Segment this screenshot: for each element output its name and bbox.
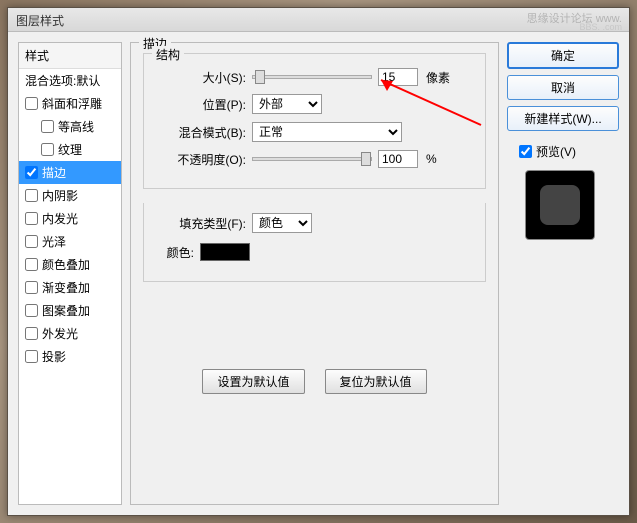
style-item-color-overlay[interactable]: 颜色叠加	[19, 253, 121, 276]
titlebar-text: 图层样式	[16, 14, 64, 28]
opacity-input[interactable]	[378, 150, 418, 168]
contour-checkbox[interactable]	[41, 120, 54, 133]
style-item-drop-shadow[interactable]: 投影	[19, 345, 121, 368]
position-row: 位置(P): 外部	[156, 94, 473, 114]
pattern-overlay-checkbox[interactable]	[25, 304, 38, 317]
style-item-bevel[interactable]: 斜面和浮雕	[19, 92, 121, 115]
texture-label: 纹理	[58, 141, 82, 158]
style-item-inner-shadow[interactable]: 内阴影	[19, 184, 121, 207]
dialog-content: 样式 混合选项:默认 斜面和浮雕 等高线 纹理 描	[8, 32, 629, 515]
stroke-label: 描边	[42, 164, 66, 181]
preview-swatch-icon	[540, 185, 580, 225]
outer-glow-label: 外发光	[42, 325, 78, 342]
blend-options-label: 混合选项:默认	[25, 72, 100, 89]
pattern-overlay-label: 图案叠加	[42, 302, 90, 319]
position-select[interactable]: 外部	[252, 94, 322, 114]
opacity-label: 不透明度(O):	[156, 151, 246, 168]
gradient-overlay-label: 渐变叠加	[42, 279, 90, 296]
styles-header: 样式	[19, 43, 121, 69]
center-panel: 描边 结构 大小(S): 像素 位置(P): 外部 混合模式(B):	[130, 42, 499, 505]
slider-thumb-icon[interactable]	[361, 152, 371, 166]
opacity-unit: %	[426, 152, 437, 166]
size-input[interactable]	[378, 68, 418, 86]
color-row: 颜色:	[156, 243, 473, 261]
structure-fieldset: 结构 大小(S): 像素 位置(P): 外部 混合模式(B): 正常	[143, 53, 486, 189]
style-item-outer-glow[interactable]: 外发光	[19, 322, 121, 345]
inner-shadow-checkbox[interactable]	[25, 189, 38, 202]
size-row: 大小(S): 像素	[156, 68, 473, 86]
preview-label: 预览(V)	[536, 143, 576, 160]
new-style-button[interactable]: 新建样式(W)...	[507, 106, 619, 131]
preview-checkbox[interactable]	[519, 145, 532, 158]
set-default-button[interactable]: 设置为默认值	[202, 369, 304, 394]
layer-style-dialog: 图层样式 思缘设计论坛 www. BBS. .com 样式 混合选项:默认 斜面…	[7, 7, 630, 516]
bevel-label: 斜面和浮雕	[42, 95, 102, 112]
watermark2: BBS. .com	[579, 22, 622, 32]
default-buttons-row: 设置为默认值 复位为默认值	[131, 369, 498, 394]
inner-glow-checkbox[interactable]	[25, 212, 38, 225]
style-item-contour[interactable]: 等高线	[19, 115, 121, 138]
slider-thumb-icon[interactable]	[255, 70, 265, 84]
fill-type-row: 填充类型(F): 颜色	[156, 213, 473, 233]
preview-toggle[interactable]: 预览(V)	[519, 143, 619, 160]
fill-type-select[interactable]: 颜色	[252, 213, 312, 233]
opacity-row: 不透明度(O): %	[156, 150, 473, 168]
style-item-gradient-overlay[interactable]: 渐变叠加	[19, 276, 121, 299]
color-overlay-label: 颜色叠加	[42, 256, 90, 273]
fill-fieldset: 填充类型(F): 颜色 颜色:	[143, 203, 486, 282]
texture-checkbox[interactable]	[41, 143, 54, 156]
size-unit: 像素	[426, 69, 450, 86]
inner-shadow-label: 内阴影	[42, 187, 78, 204]
cancel-button[interactable]: 取消	[507, 75, 619, 100]
style-item-texture[interactable]: 纹理	[19, 138, 121, 161]
ok-button[interactable]: 确定	[507, 42, 619, 69]
styles-panel: 样式 混合选项:默认 斜面和浮雕 等高线 纹理 描	[18, 42, 122, 505]
blend-options-item[interactable]: 混合选项:默认	[19, 69, 121, 92]
blend-mode-select[interactable]: 正常	[252, 122, 402, 142]
position-label: 位置(P):	[156, 96, 246, 113]
inner-glow-label: 内发光	[42, 210, 78, 227]
blend-mode-label: 混合模式(B):	[156, 124, 246, 141]
stroke-checkbox[interactable]	[25, 166, 38, 179]
style-item-satin[interactable]: 光泽	[19, 230, 121, 253]
satin-checkbox[interactable]	[25, 235, 38, 248]
size-label: 大小(S):	[156, 69, 246, 86]
drop-shadow-checkbox[interactable]	[25, 350, 38, 363]
stroke-fieldset: 描边 结构 大小(S): 像素 位置(P): 外部 混合模式(B):	[130, 42, 499, 505]
contour-label: 等高线	[58, 118, 94, 135]
satin-label: 光泽	[42, 233, 66, 250]
blend-row: 混合模式(B): 正常	[156, 122, 473, 142]
style-item-inner-glow[interactable]: 内发光	[19, 207, 121, 230]
color-label: 颜色:	[156, 244, 194, 261]
bevel-checkbox[interactable]	[25, 97, 38, 110]
color-swatch[interactable]	[200, 243, 250, 261]
outer-glow-checkbox[interactable]	[25, 327, 38, 340]
size-slider[interactable]	[252, 75, 372, 79]
fill-type-label: 填充类型(F):	[156, 215, 246, 232]
color-overlay-checkbox[interactable]	[25, 258, 38, 271]
preview-box	[525, 170, 595, 240]
right-panel: 确定 取消 新建样式(W)... 预览(V)	[507, 42, 619, 505]
drop-shadow-label: 投影	[42, 348, 66, 365]
gradient-overlay-checkbox[interactable]	[25, 281, 38, 294]
reset-default-button[interactable]: 复位为默认值	[325, 369, 427, 394]
style-item-pattern-overlay[interactable]: 图案叠加	[19, 299, 121, 322]
style-item-stroke[interactable]: 描边	[19, 161, 121, 184]
structure-title: 结构	[152, 46, 184, 63]
styles-list: 样式 混合选项:默认 斜面和浮雕 等高线 纹理 描	[18, 42, 122, 505]
opacity-slider[interactable]	[252, 157, 372, 161]
